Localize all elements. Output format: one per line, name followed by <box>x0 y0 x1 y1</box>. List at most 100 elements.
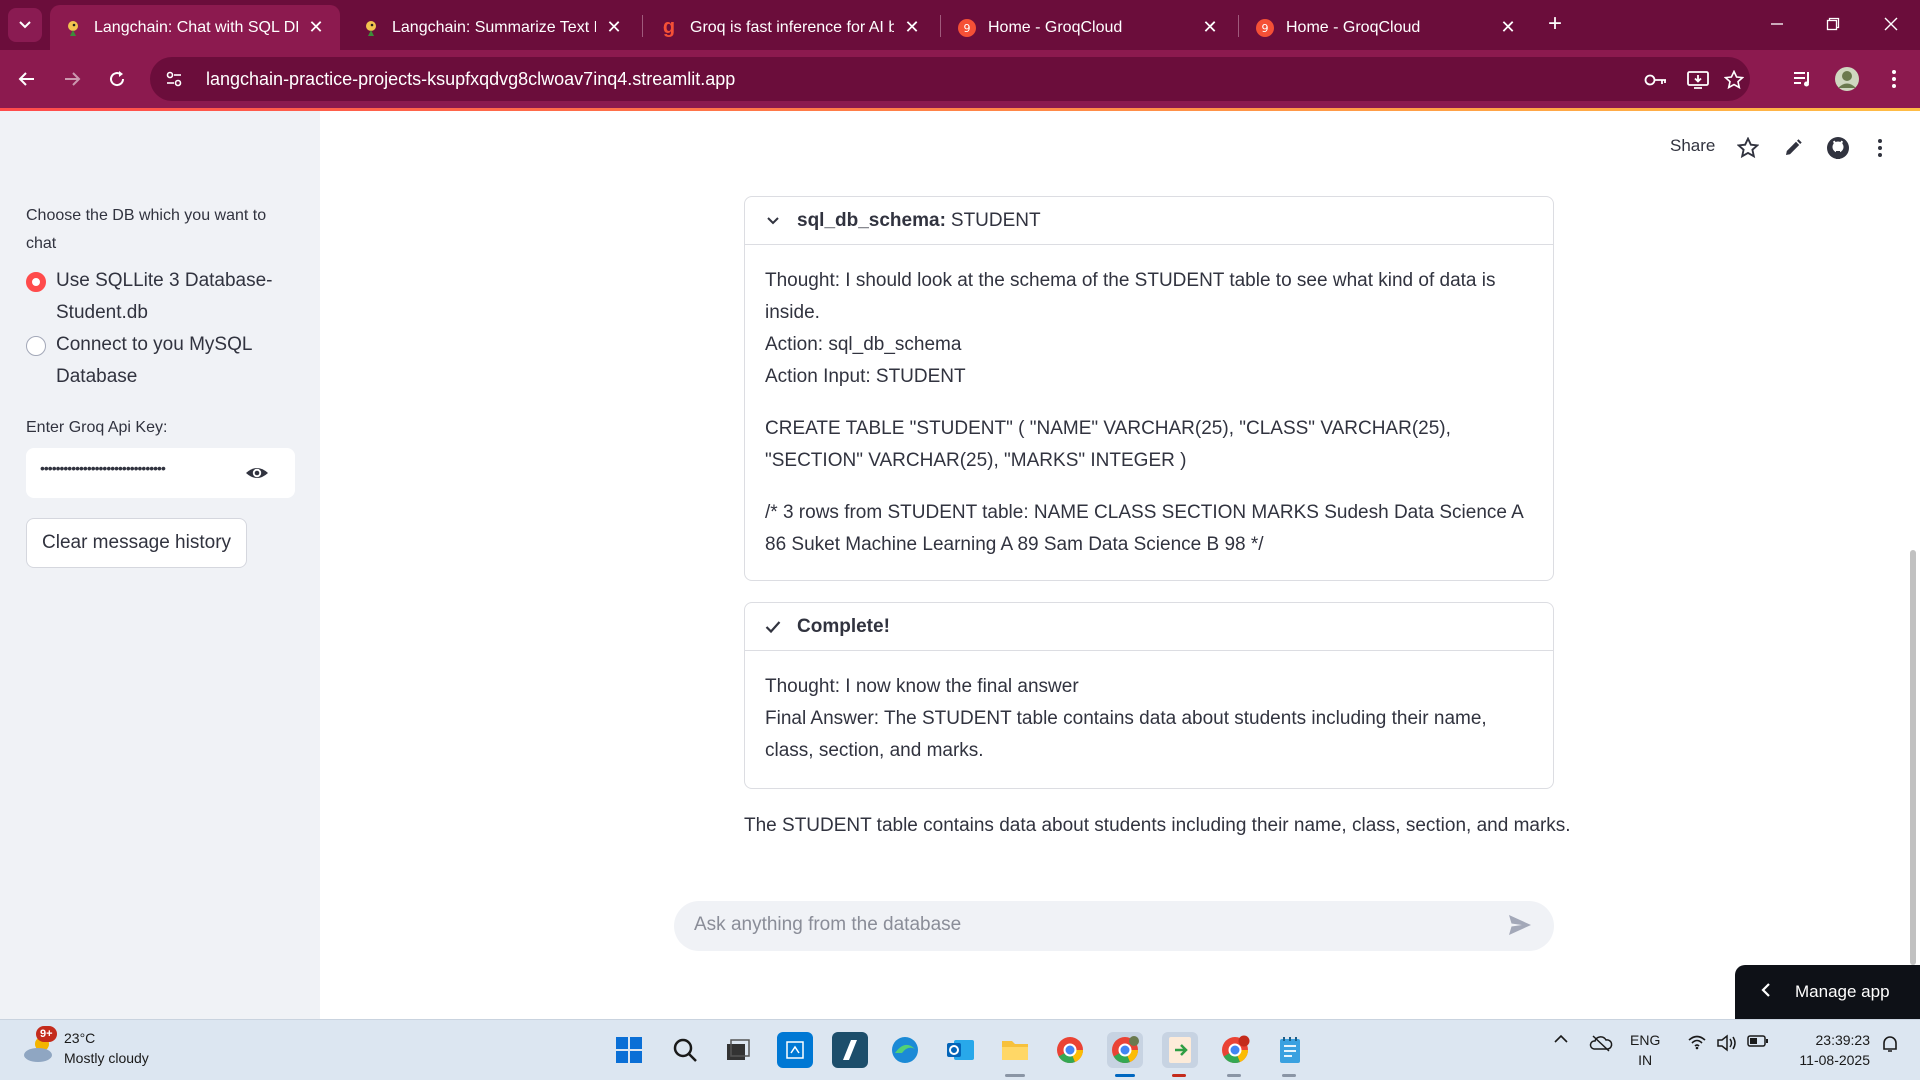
groq-circle-icon: 9 <box>958 18 976 37</box>
restore-button[interactable] <box>1818 10 1848 40</box>
outlook-app-icon[interactable] <box>942 1032 978 1068</box>
store-app-icon[interactable] <box>777 1032 813 1068</box>
tab-search-button[interactable] <box>8 8 42 42</box>
app-menu-kebab-icon[interactable] <box>1867 135 1893 161</box>
send-icon[interactable] <box>1508 914 1532 941</box>
chrome-profile-icon[interactable] <box>1107 1032 1143 1068</box>
parrot-icon <box>362 19 380 37</box>
battery-icon[interactable] <box>1746 1034 1770 1048</box>
edit-pencil-icon[interactable] <box>1780 135 1806 161</box>
chevron-left-icon <box>1761 982 1771 1003</box>
site-settings-icon[interactable] <box>164 69 184 89</box>
forward-arrow-icon <box>65 72 81 86</box>
expander-header[interactable]: Complete! <box>745 603 1553 651</box>
expander-sql-db-schema: sql_db_schema: STUDENT Thought: I should… <box>744 196 1554 581</box>
close-window-button[interactable] <box>1876 10 1906 40</box>
address-bar[interactable]: langchain-practice-projects-ksupfxqdvg8c… <box>150 57 1750 101</box>
onedrive-sync-icon[interactable] <box>1588 1034 1614 1052</box>
tab-langchain-sql[interactable]: Langchain: Chat with SQL DB - S ✕ <box>50 5 340 50</box>
forward-button[interactable] <box>57 64 87 94</box>
chrome-icon[interactable] <box>1052 1032 1088 1068</box>
search-icon[interactable] <box>667 1032 703 1068</box>
expander-body: Thought: I now know the final answer Fin… <box>745 651 1553 767</box>
close-icon[interactable]: ✕ <box>306 17 326 38</box>
tray-overflow-icon[interactable] <box>1551 1034 1571 1044</box>
sample-rows-text: /* 3 rows from STUDENT table: NAME CLASS… <box>765 502 1523 555</box>
reload-button[interactable] <box>102 64 132 94</box>
db-choice-label-line: Choose the DB which you want to <box>26 207 267 224</box>
expander-header[interactable]: sql_db_schema: STUDENT <box>745 197 1553 245</box>
notification-bell-icon[interactable] <box>1878 1034 1902 1054</box>
running-indicator <box>1005 1074 1025 1077</box>
radio-option-mysql[interactable]: Connect to you MySQL Database <box>26 329 286 393</box>
tab-groq-inference[interactable]: g Groq is fast inference for AI buil ✕ <box>646 5 936 50</box>
close-icon[interactable]: ✕ <box>1200 17 1220 38</box>
browser-tab-strip: Langchain: Chat with SQL DB - S ✕ Langch… <box>0 0 1920 50</box>
task-view-icon[interactable] <box>720 1032 756 1068</box>
notepad-icon[interactable] <box>1272 1032 1308 1068</box>
api-key-label: Enter Groq Api Key: <box>26 419 168 436</box>
powerbi-app-icon[interactable] <box>832 1032 868 1068</box>
manage-app-button[interactable]: Manage app <box>1735 965 1920 1019</box>
windows-start-icon[interactable] <box>611 1032 647 1068</box>
pinned-app-icon[interactable] <box>1162 1032 1198 1068</box>
new-tab-button[interactable]: + <box>1541 10 1569 38</box>
minimize-button[interactable] <box>1762 10 1792 40</box>
eye-icon[interactable] <box>245 461 269 490</box>
github-icon[interactable] <box>1825 135 1851 161</box>
bookmark-star-icon[interactable] <box>1722 68 1746 92</box>
chat-input[interactable]: Ask anything from the database <box>674 901 1554 951</box>
expander-title-rest: STUDENT <box>950 209 1041 231</box>
close-icon[interactable]: ✕ <box>1498 17 1518 38</box>
install-app-icon[interactable] <box>1686 68 1710 92</box>
tab-separator <box>1238 15 1239 37</box>
language-indicator[interactable]: ENG IN <box>1630 1030 1660 1070</box>
star-icon[interactable] <box>1735 135 1761 161</box>
clear-history-button[interactable]: Clear message history <box>26 518 248 568</box>
kebab-menu-icon <box>1892 70 1896 88</box>
password-key-icon[interactable] <box>1644 68 1668 92</box>
back-button[interactable] <box>12 64 42 94</box>
running-indicator <box>1172 1074 1186 1077</box>
chrome-profile-s-icon[interactable] <box>1217 1032 1253 1068</box>
weather-widget[interactable]: 9+ 23°C Mostly cloudy <box>20 1026 149 1068</box>
radio-label: Connect to you MySQL Database <box>56 334 252 387</box>
browser-menu-button[interactable] <box>1879 64 1909 94</box>
close-icon[interactable]: ✕ <box>902 17 922 38</box>
wifi-icon[interactable] <box>1685 1034 1709 1050</box>
profile-avatar[interactable] <box>1832 64 1862 94</box>
api-key-masked-value: •••••••••••••••••••••••••••••••• <box>40 460 166 476</box>
radio-option-sqlite[interactable]: Use SQLLite 3 Database-Student.db <box>26 265 286 329</box>
tab-title: Langchain: Chat with SQL DB - S <box>94 18 298 36</box>
action-input-line: Action Input: STUDENT <box>765 366 966 387</box>
api-key-input[interactable]: •••••••••••••••••••••••••••••••• <box>26 448 295 498</box>
tab-groqcloud-1[interactable]: 9 Home - GroqCloud ✕ <box>944 5 1234 50</box>
radio-selected[interactable] <box>26 272 46 292</box>
db-choice-label-line: chat <box>26 235 57 252</box>
media-controls-button[interactable] <box>1788 64 1818 94</box>
lang-line: ENG <box>1630 1032 1661 1048</box>
share-button[interactable]: Share <box>1670 136 1715 156</box>
radio-unselected[interactable] <box>26 336 46 356</box>
action-line: Action: sql_db_schema <box>765 334 962 355</box>
edge-browser-icon[interactable] <box>887 1032 923 1068</box>
clock-date: 11-08-2025 <box>1799 1052 1870 1068</box>
svg-text:9: 9 <box>964 22 971 35</box>
check-icon <box>763 620 783 634</box>
browser-toolbar: langchain-practice-projects-ksupfxqdvg8c… <box>0 50 1920 108</box>
page-scrollbar[interactable] <box>1910 550 1916 965</box>
volume-icon[interactable] <box>1715 1034 1739 1052</box>
close-icon[interactable]: ✕ <box>604 17 624 38</box>
tab-langchain-summarize[interactable]: Langchain: Summarize Text Fron ✕ <box>348 5 638 50</box>
clock-time: 23:39:23 <box>1815 1032 1871 1048</box>
system-clock[interactable]: 23:39:23 11-08-2025 <box>1780 1030 1870 1070</box>
running-indicator <box>1227 1074 1241 1077</box>
expander-title-bold: Complete! <box>797 615 890 637</box>
tab-groqcloud-2[interactable]: 9 Home - GroqCloud ✕ <box>1242 5 1532 50</box>
file-explorer-icon[interactable] <box>997 1032 1033 1068</box>
manage-app-label: Manage app <box>1795 982 1890 1001</box>
tab-separator <box>940 15 941 37</box>
tab-title: Home - GroqCloud <box>988 18 1123 36</box>
expander-body: Thought: I should look at the schema of … <box>745 245 1553 561</box>
avatar-icon <box>1835 67 1859 91</box>
